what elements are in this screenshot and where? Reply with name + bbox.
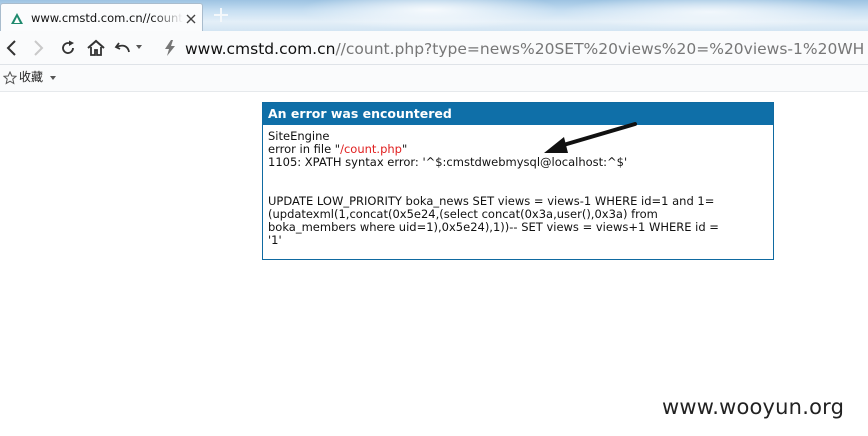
url-path: //count.php?type=news%20SET%20views%20=%… xyxy=(335,40,865,58)
navigation-bar: www.cmstd.com.cn//count.php?type=news%20… xyxy=(0,31,868,65)
lightning-icon xyxy=(163,39,177,57)
error-body: SiteEngine error in file "/count.php" 11… xyxy=(268,130,768,247)
sky-decoration xyxy=(300,0,560,30)
error-title: An error was encountered xyxy=(263,103,773,125)
watermark: www.wooyun.org xyxy=(662,395,845,419)
sky-decoration xyxy=(560,0,860,30)
chevron-down-icon[interactable] xyxy=(50,76,56,80)
error-message: 1105: XPATH syntax error: '^$:cmstdwebmy… xyxy=(268,155,628,169)
chevron-down-icon[interactable] xyxy=(134,42,144,52)
tab-title: www.cmstd.com.cn//count.php?type=news xyxy=(31,11,183,25)
error-file-suffix: " xyxy=(401,142,408,156)
error-panel: An error was encountered SiteEngine erro… xyxy=(262,102,774,260)
error-file: /count.php xyxy=(340,142,402,156)
address-bar[interactable]: www.cmstd.com.cn//count.php?type=news%20… xyxy=(157,33,868,62)
forward-icon[interactable] xyxy=(28,38,48,58)
tab-strip: www.cmstd.com.cn//count.php?type=news xyxy=(0,0,868,31)
bookmarks-menu[interactable]: 收藏 xyxy=(19,70,43,85)
query-line: '1' xyxy=(268,233,282,247)
close-icon[interactable] xyxy=(184,11,198,25)
home-icon[interactable] xyxy=(86,38,106,58)
url-text[interactable]: www.cmstd.com.cn//count.php?type=news%20… xyxy=(185,38,865,60)
annotation-arrow xyxy=(544,122,637,153)
url-host: www.cmstd.com.cn xyxy=(185,40,336,58)
site-favicon-icon xyxy=(10,11,24,25)
error-file-prefix: error in file " xyxy=(268,142,341,156)
browser-tab[interactable]: www.cmstd.com.cn//count.php?type=news xyxy=(0,3,203,31)
reload-icon[interactable] xyxy=(58,38,78,58)
query-line: boka_members where uid=1),0x5e24),1))-- … xyxy=(268,220,719,234)
undo-icon[interactable] xyxy=(113,38,133,58)
back-icon[interactable] xyxy=(2,38,22,58)
plus-icon[interactable] xyxy=(211,5,231,25)
star-icon[interactable] xyxy=(2,70,18,85)
bookmarks-bar: 收藏 xyxy=(0,65,868,92)
